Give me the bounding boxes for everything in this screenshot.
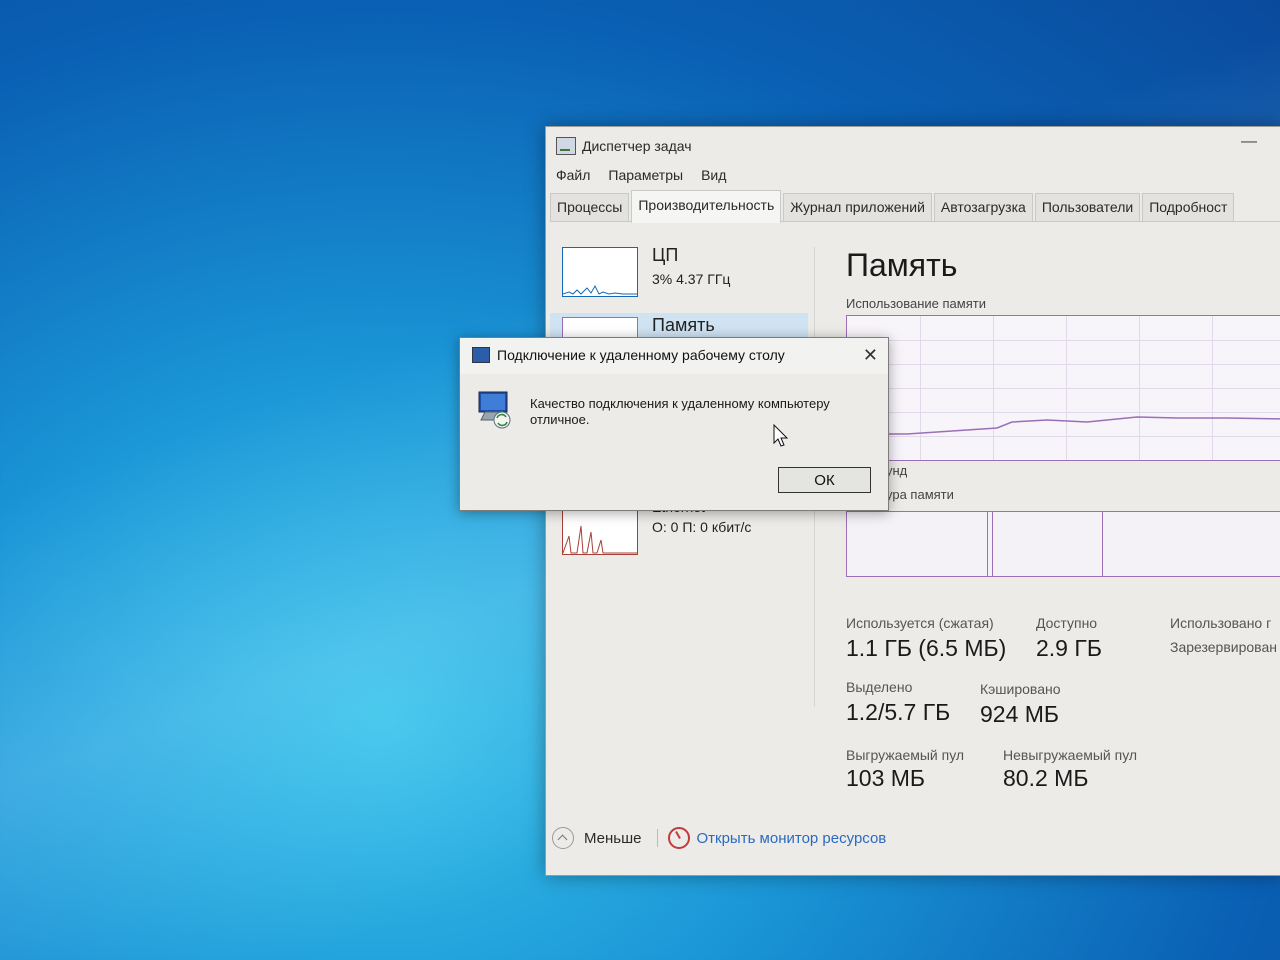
menu-view[interactable]: Вид — [701, 167, 726, 183]
cached-value: 924 МБ — [980, 701, 1060, 727]
title-bar: Диспетчер задач — [556, 136, 692, 156]
memory-usage-line — [847, 416, 1280, 435]
committed-value: 1.2/5.7 ГБ — [846, 699, 951, 725]
mouse-cursor-icon — [773, 424, 789, 447]
committed-label: Выделено — [846, 679, 913, 695]
open-resource-monitor-link[interactable]: Открыть монитор ресурсов — [696, 830, 886, 847]
minimize-icon[interactable]: — — [1241, 133, 1257, 151]
menu-options[interactable]: Параметры — [608, 167, 683, 183]
memory-composition-bar — [846, 511, 1280, 577]
memory-details: Память Использование памяти унд ура памя… — [846, 243, 1280, 863]
tab-performance[interactable]: Производительность — [631, 190, 782, 223]
memory-composition-label: ура памяти — [886, 487, 954, 502]
memory-label: Память — [652, 315, 715, 335]
remote-desktop-icon — [472, 347, 490, 363]
reserved-label: Зарезервирован — [1170, 639, 1277, 655]
tab-strip: Процессы Производительность Журнал прило… — [550, 190, 1280, 223]
used-label: Использовано г — [1170, 615, 1272, 631]
connection-quality-icon — [478, 391, 511, 429]
rdp-connection-dialog: Подключение к удаленному рабочему столу … — [459, 337, 889, 511]
memory-usage-graph — [846, 315, 1280, 461]
dialog-title-bar: Подключение к удаленному рабочему столу … — [460, 338, 888, 374]
available-label: Доступно — [1036, 615, 1098, 631]
menu-bar: Файл Параметры Вид — [556, 167, 726, 183]
close-icon[interactable]: ✕ — [863, 345, 878, 366]
resource-list: ЦП 3% 4.37 ГГц Память Ethernet О: 0 П: 0… — [550, 243, 812, 803]
resource-monitor-icon — [668, 827, 691, 849]
footer-divider — [657, 829, 659, 847]
menu-file[interactable]: Файл — [556, 167, 590, 183]
cached-label: Кэшировано — [980, 681, 1061, 697]
available-value: 2.9 ГБ — [1036, 635, 1102, 661]
task-manager-icon — [556, 137, 576, 155]
in-use-value: 1.1 ГБ (6.5 МБ) — [846, 635, 1007, 661]
in-use-label: Используется (сжатая) — [846, 615, 994, 631]
cpu-usage: 3% 4.37 ГГц — [652, 271, 731, 287]
footer-bar: Меньше Открыть монитор ресурсов — [552, 827, 886, 849]
tab-users[interactable]: Пользователи — [1034, 193, 1141, 221]
tab-app-history[interactable]: Журнал приложений — [783, 193, 932, 221]
paged-pool-label: Выгружаемый пул — [846, 747, 965, 763]
resource-item-cpu[interactable]: ЦП 3% 4.37 ГГц — [550, 243, 808, 307]
fewer-details-link[interactable]: Меньше — [584, 830, 641, 847]
memory-usage-label: Использование памяти — [846, 296, 986, 311]
window-title: Диспетчер задач — [582, 138, 692, 154]
cpu-thumbnail-graph — [562, 247, 638, 297]
ok-button[interactable]: ОК — [778, 467, 871, 493]
tab-processes[interactable]: Процессы — [550, 193, 630, 221]
ethernet-throughput: О: 0 П: 0 кбит/с — [652, 519, 752, 535]
tab-details[interactable]: Подробност — [1142, 193, 1235, 221]
graph-time-label: унд — [886, 463, 908, 478]
dialog-title: Подключение к удаленному рабочему столу — [497, 347, 785, 363]
paged-pool-value: 103 МБ — [846, 765, 926, 791]
chevron-up-icon[interactable] — [552, 827, 574, 849]
dialog-message: Качество подключения к удаленному компью… — [530, 396, 830, 427]
nonpaged-pool-label: Невыгружаемый пул — [1003, 747, 1138, 763]
memory-title: Память — [846, 247, 958, 283]
tab-startup[interactable]: Автозагрузка — [933, 193, 1033, 221]
cpu-label: ЦП — [652, 245, 679, 265]
ethernet-thumbnail-graph — [562, 505, 638, 555]
nonpaged-pool-value: 80.2 МБ — [1003, 765, 1089, 791]
